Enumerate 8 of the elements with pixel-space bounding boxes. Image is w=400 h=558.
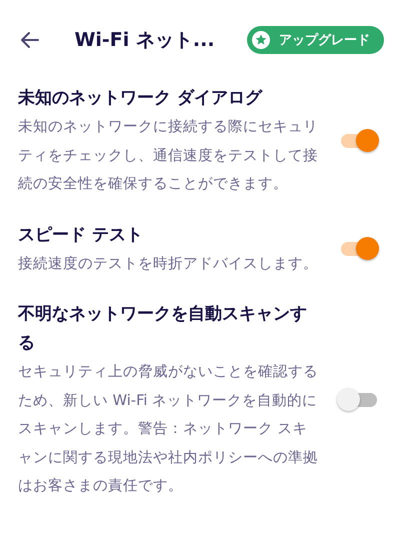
setting-title: 未知のネットワーク ダイアログ: [18, 87, 264, 110]
setting-title: スピード テスト: [18, 224, 144, 246]
setting-description: 未知のネットワークに接続する際にセキュリティをチェックし、通信速度をテストして接続の安全性を確保することができます。: [18, 117, 318, 194]
upgrade-button[interactable]: アップグレード: [247, 26, 384, 54]
setting-title: 不明なネットワークを自動スキャンする: [18, 303, 308, 355]
setting-description: 接続速度のテストを時折アドバイスします。: [18, 254, 318, 274]
setting-description: セキュリティ上の脅威がないことを確認するため、新しい Wi-Fi ネットワークを自動的にスキャンします。警告：ネットワーク スキャンに関する現地法や社内ポリシーへの準拠はお客さまの責任です。: [18, 362, 318, 496]
page-title: Wi-Fi ネット...: [73, 28, 216, 53]
